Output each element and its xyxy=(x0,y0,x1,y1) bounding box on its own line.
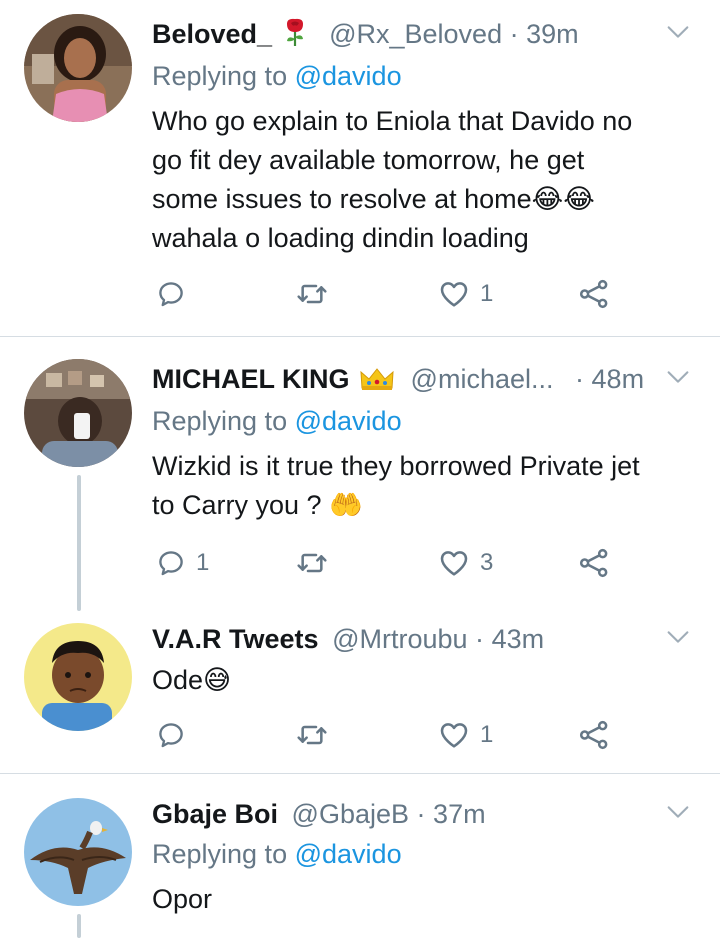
like-icon xyxy=(438,547,470,579)
tweet-text-line: go fit dey available tomorrow, he get xyxy=(152,145,585,175)
like-button[interactable]: 3 xyxy=(438,545,493,581)
like-count: 1 xyxy=(480,280,494,307)
chevron-down-icon[interactable] xyxy=(664,18,692,46)
user-handle[interactable]: @Mrtroubu xyxy=(332,624,467,654)
display-name[interactable]: V.A.R Tweets xyxy=(152,624,319,654)
like-button[interactable]: 1 xyxy=(438,276,493,312)
retweet-button[interactable] xyxy=(296,545,328,581)
mention-link[interactable]: @davido xyxy=(295,839,402,869)
tweet-text-line: Wizkid is it true they borrowed Private … xyxy=(152,451,640,481)
replying-prefix: Replying to xyxy=(152,839,288,869)
mention-link[interactable]: @davido xyxy=(295,406,402,436)
timestamp[interactable]: 43m xyxy=(492,624,545,654)
share-icon xyxy=(578,547,610,579)
retweet-button[interactable] xyxy=(296,276,328,312)
like-icon xyxy=(438,719,470,751)
tweet-header: Beloved_ @Rx_Beloved · 39m xyxy=(152,14,579,54)
avatar[interactable] xyxy=(24,623,132,731)
reply-icon xyxy=(156,279,186,309)
rose-emoji xyxy=(282,17,308,58)
tweet-text-line: Ode😅 xyxy=(152,665,232,695)
thread-line xyxy=(77,914,81,938)
tweet[interactable]: Gbaje Boi @GbajeB · 37m Replying to @dav… xyxy=(0,774,720,938)
reply-button[interactable] xyxy=(156,276,186,312)
user-handle[interactable]: @GbajeB xyxy=(292,799,409,829)
retweet-icon xyxy=(296,547,328,579)
avatar[interactable] xyxy=(24,14,132,122)
tweet-actions: 1 xyxy=(152,717,612,753)
tweet[interactable]: V.A.R Tweets @Mrtroubu · 43m Ode😅 1 xyxy=(0,605,720,773)
share-icon xyxy=(578,278,610,310)
user-handle[interactable]: @Rx_Beloved xyxy=(329,19,502,49)
reply-button[interactable] xyxy=(156,717,186,753)
separator-dot: · xyxy=(509,19,519,49)
share-icon xyxy=(578,719,610,751)
separator-dot: · xyxy=(475,624,485,654)
tweet[interactable]: Beloved_ @Rx_Beloved · 39m Replying to @… xyxy=(0,0,720,336)
share-button[interactable] xyxy=(578,545,610,581)
timestamp[interactable]: 48m xyxy=(592,364,645,394)
separator-dot: · xyxy=(416,799,426,829)
replying-to: Replying to @davido xyxy=(152,56,402,96)
separator-dot: · xyxy=(575,364,585,394)
user-handle[interactable]: @michael... xyxy=(411,364,554,394)
crown-emoji xyxy=(359,363,395,403)
tweet-actions: 1 xyxy=(152,276,612,312)
retweet-icon xyxy=(296,719,328,751)
tweet-header: Gbaje Boi @GbajeB · 37m xyxy=(152,794,486,834)
thread-line xyxy=(77,475,81,611)
display-name[interactable]: Beloved_ xyxy=(152,19,272,49)
like-count: 3 xyxy=(480,549,494,576)
reply-button[interactable]: 1 xyxy=(156,545,209,581)
tweet-text-line: Opor xyxy=(152,884,213,914)
chevron-down-icon[interactable] xyxy=(664,623,692,651)
tweet-text: Ode😅 xyxy=(152,661,702,700)
chevron-down-icon[interactable] xyxy=(664,798,692,826)
display-name[interactable]: Gbaje Boi xyxy=(152,799,278,829)
retweet-icon xyxy=(296,278,328,310)
like-button[interactable]: 1 xyxy=(438,717,493,753)
avatar[interactable] xyxy=(24,798,132,906)
tweet-text-line: wahala o loading dindin loading xyxy=(152,223,529,253)
display-name[interactable]: MICHAEL KING xyxy=(152,364,350,394)
replying-prefix: Replying to xyxy=(152,406,288,436)
reply-icon xyxy=(156,548,186,578)
share-button[interactable] xyxy=(578,276,610,312)
tweet-text-line: Who go explain to Eniola that Davido no xyxy=(152,106,633,136)
tweet[interactable]: MICHAEL KING @michael... · 48m Replying … xyxy=(0,337,720,611)
tweet-text: Opor xyxy=(152,880,702,919)
like-count: 1 xyxy=(480,721,494,748)
timestamp[interactable]: 39m xyxy=(526,19,579,49)
tweet-header: V.A.R Tweets @Mrtroubu · 43m xyxy=(152,619,544,659)
tweet-text-line: some issues to resolve at home😂😂 xyxy=(152,184,595,214)
tweet-header: MICHAEL KING @michael... · 48m xyxy=(152,359,644,399)
tweet-text: Who go explain to Eniola that Davido no … xyxy=(152,102,702,258)
tweet-actions: 1 3 xyxy=(152,545,612,581)
replying-prefix: Replying to xyxy=(152,61,288,91)
share-button[interactable] xyxy=(578,717,610,753)
tweet-text-line: to Carry you ? 🤲 xyxy=(152,490,363,520)
like-icon xyxy=(438,278,470,310)
reply-count: 1 xyxy=(196,549,210,576)
timestamp[interactable]: 37m xyxy=(433,799,486,829)
retweet-button[interactable] xyxy=(296,717,328,753)
chevron-down-icon[interactable] xyxy=(664,363,692,391)
tweet-text: Wizkid is it true they borrowed Private … xyxy=(152,447,702,525)
mention-link[interactable]: @davido xyxy=(295,61,402,91)
avatar[interactable] xyxy=(24,359,132,467)
reply-icon xyxy=(156,720,186,750)
replying-to: Replying to @davido xyxy=(152,401,402,441)
replying-to: Replying to @davido xyxy=(152,834,402,874)
